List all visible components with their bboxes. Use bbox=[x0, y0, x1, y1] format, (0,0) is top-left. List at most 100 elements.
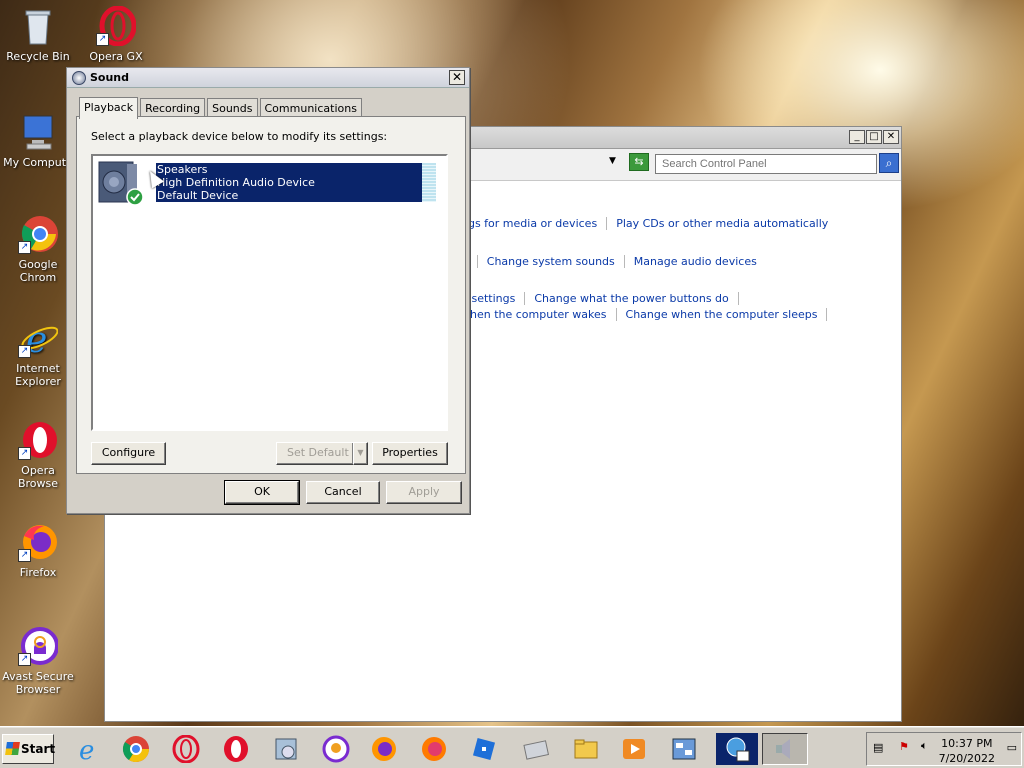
taskbar-network[interactable] bbox=[716, 733, 758, 765]
instruction-text: Select a playback device below to modify… bbox=[91, 130, 388, 143]
close-button[interactable]: ✕ bbox=[449, 70, 465, 85]
taskbar-avast-secure-browser[interactable] bbox=[320, 733, 352, 765]
tab-playback[interactable]: Playback bbox=[79, 97, 139, 119]
search-icon[interactable]: ⌕ bbox=[879, 153, 899, 173]
manage-audio-devices-link[interactable]: Manage audio devices bbox=[625, 255, 766, 268]
taskbar-control-panel[interactable] bbox=[668, 733, 700, 765]
sound-dialog-titlebar[interactable]: Sound ✕ bbox=[67, 68, 469, 88]
volume-level-meter bbox=[422, 163, 436, 202]
control-panel-icon bbox=[672, 738, 696, 760]
address-dropdown-icon[interactable]: ▼ bbox=[609, 156, 616, 166]
search-input[interactable] bbox=[655, 154, 877, 174]
security-alert-tray-icon[interactable]: ⚑ bbox=[899, 740, 909, 753]
taskbar-firefox-1[interactable] bbox=[368, 733, 400, 765]
media-player-icon bbox=[623, 739, 645, 759]
computer-sleeps-link[interactable]: Change when the computer sleeps bbox=[617, 308, 828, 321]
sleep-links-row: when the computer wakes Change when the … bbox=[461, 308, 828, 321]
tab-communications[interactable]: Communications bbox=[259, 98, 362, 117]
taskbar-firefox-2[interactable] bbox=[418, 733, 450, 765]
volume-tray-icon[interactable]: 🔈︎ bbox=[921, 739, 928, 753]
play-cds-link[interactable]: Play CDs or other media automatically bbox=[607, 217, 837, 230]
taskbar-opera-gx[interactable] bbox=[170, 733, 202, 765]
taskbar-opera[interactable] bbox=[220, 733, 252, 765]
cancel-button[interactable]: Cancel bbox=[306, 481, 380, 504]
svg-text:e: e bbox=[79, 736, 94, 763]
tab-recording[interactable]: Recording bbox=[140, 98, 206, 117]
change-system-sounds-link[interactable]: Change system sounds bbox=[478, 255, 625, 268]
internet-explorer-icon: e bbox=[79, 736, 94, 763]
taskbar-explorer[interactable] bbox=[570, 733, 602, 765]
set-default-dropdown-icon[interactable]: ▼ bbox=[353, 442, 368, 465]
drive-icon bbox=[523, 740, 550, 760]
desktop-icon-firefox[interactable]: ↗ Firefox bbox=[0, 522, 76, 579]
chrome-icon bbox=[122, 736, 150, 763]
chrome-icon: ↗ bbox=[18, 214, 58, 254]
ok-button[interactable]: OK bbox=[224, 480, 300, 505]
shortcut-arrow-icon: ↗ bbox=[96, 33, 109, 46]
taskbar-internet-explorer[interactable]: e bbox=[72, 733, 104, 765]
desktop-icon-label: Internet Explorer bbox=[15, 362, 61, 388]
speaker-icon bbox=[776, 739, 790, 759]
taskbar-roblox[interactable] bbox=[468, 733, 500, 765]
avast-browser-icon: ↗ bbox=[18, 626, 59, 666]
minimize-button[interactable]: _ bbox=[849, 130, 865, 144]
speakers-device-item[interactable]: Speakers High Definition Audio Device De… bbox=[156, 163, 422, 202]
tab-strip: Playback Recording Sounds Communications bbox=[79, 96, 364, 119]
desktop-icon-label: Google Chrom bbox=[18, 258, 58, 284]
configure-button[interactable]: Configure bbox=[91, 442, 166, 465]
clock[interactable]: 10:37 PM 7/20/2022 bbox=[939, 736, 995, 766]
maximize-button[interactable]: □ bbox=[866, 130, 882, 144]
taskbar-google-chrome[interactable] bbox=[120, 733, 152, 765]
desktop-icon-internet-explorer[interactable]: e ↗ Internet Explorer bbox=[0, 318, 76, 388]
speakers-device-icon bbox=[97, 160, 145, 206]
taskbar-media-player[interactable] bbox=[618, 733, 650, 765]
wake-password-link[interactable]: when the computer wakes bbox=[461, 308, 617, 321]
playback-panel: Select a playback device below to modify… bbox=[76, 116, 466, 474]
shortcut-arrow-icon: ↗ bbox=[18, 345, 31, 358]
power-links-row: g settings Change what the power buttons… bbox=[461, 292, 739, 305]
desktop-icon-label: Recycle Bin bbox=[6, 50, 70, 63]
avast-browser-icon bbox=[322, 735, 350, 763]
dialog-title: Sound bbox=[90, 71, 130, 84]
taskbar-sound[interactable] bbox=[762, 733, 808, 765]
autoplay-link[interactable]: ngs for media or devices bbox=[461, 217, 608, 230]
opera-gx-icon: ↗ bbox=[96, 5, 137, 47]
desktop-icon-label: Firefox bbox=[19, 566, 57, 579]
windows-flag-icon bbox=[5, 742, 20, 755]
set-default-button[interactable]: Set Default bbox=[276, 442, 354, 465]
properties-button[interactable]: Properties bbox=[372, 442, 448, 465]
network-tray-icon[interactable]: ▤ bbox=[873, 741, 883, 754]
desktop-icon-recycle-bin[interactable]: Recycle Bin bbox=[0, 6, 76, 63]
device-status: Default Device bbox=[157, 189, 239, 202]
hardware-links-row: ngs for media or devices Play CDs or oth… bbox=[461, 217, 837, 230]
apply-button[interactable]: Apply bbox=[386, 481, 462, 504]
clock-date: 7/20/2022 bbox=[938, 752, 995, 765]
recycle-bin-icon bbox=[18, 6, 58, 46]
taskbar-drive[interactable] bbox=[520, 733, 552, 765]
desktop-icon-label: Opera GX bbox=[89, 50, 143, 63]
playback-device-list[interactable]: Speakers High Definition Audio Device De… bbox=[91, 154, 448, 431]
power-settings-link[interactable]: g settings bbox=[461, 292, 526, 305]
desktop-icon-label: My Compute bbox=[3, 156, 73, 169]
desktop-icon-google-chrome[interactable]: ↗ Google Chrom bbox=[0, 214, 76, 284]
refresh-icon[interactable]: ⇆ bbox=[629, 153, 649, 171]
shortcut-arrow-icon: ↗ bbox=[18, 653, 31, 666]
desktop-icon-avast-secure-browser[interactable]: ↗ Avast Secure Browser bbox=[0, 626, 76, 696]
taskbar-media[interactable] bbox=[270, 733, 302, 765]
tab-sounds[interactable]: Sounds bbox=[207, 98, 258, 117]
desktop-icon-opera-browser[interactable]: ↗ Opera Browse bbox=[0, 420, 76, 490]
desktop-icon-label: Avast Secure Browser bbox=[2, 670, 74, 696]
firefox-icon: ↗ bbox=[18, 522, 58, 562]
computer-icon bbox=[18, 112, 58, 152]
start-button[interactable]: Start bbox=[2, 734, 56, 764]
start-label: Start bbox=[21, 742, 56, 756]
folder-icon bbox=[574, 739, 598, 759]
power-buttons-link[interactable]: Change what the power buttons do bbox=[525, 292, 739, 305]
sound-dialog[interactable]: Sound ✕ Playback Recording Sounds Commun… bbox=[66, 67, 470, 514]
show-desktop-icon[interactable]: ▭ bbox=[1007, 741, 1017, 754]
close-button[interactable]: ✕ bbox=[883, 130, 899, 144]
network-globe-icon bbox=[726, 737, 750, 762]
desktop-icon-opera-gx[interactable]: ↗ Opera GX bbox=[78, 5, 154, 63]
desktop-icon-my-computer[interactable]: My Compute bbox=[0, 112, 76, 169]
device-description: High Definition Audio Device bbox=[157, 176, 315, 189]
